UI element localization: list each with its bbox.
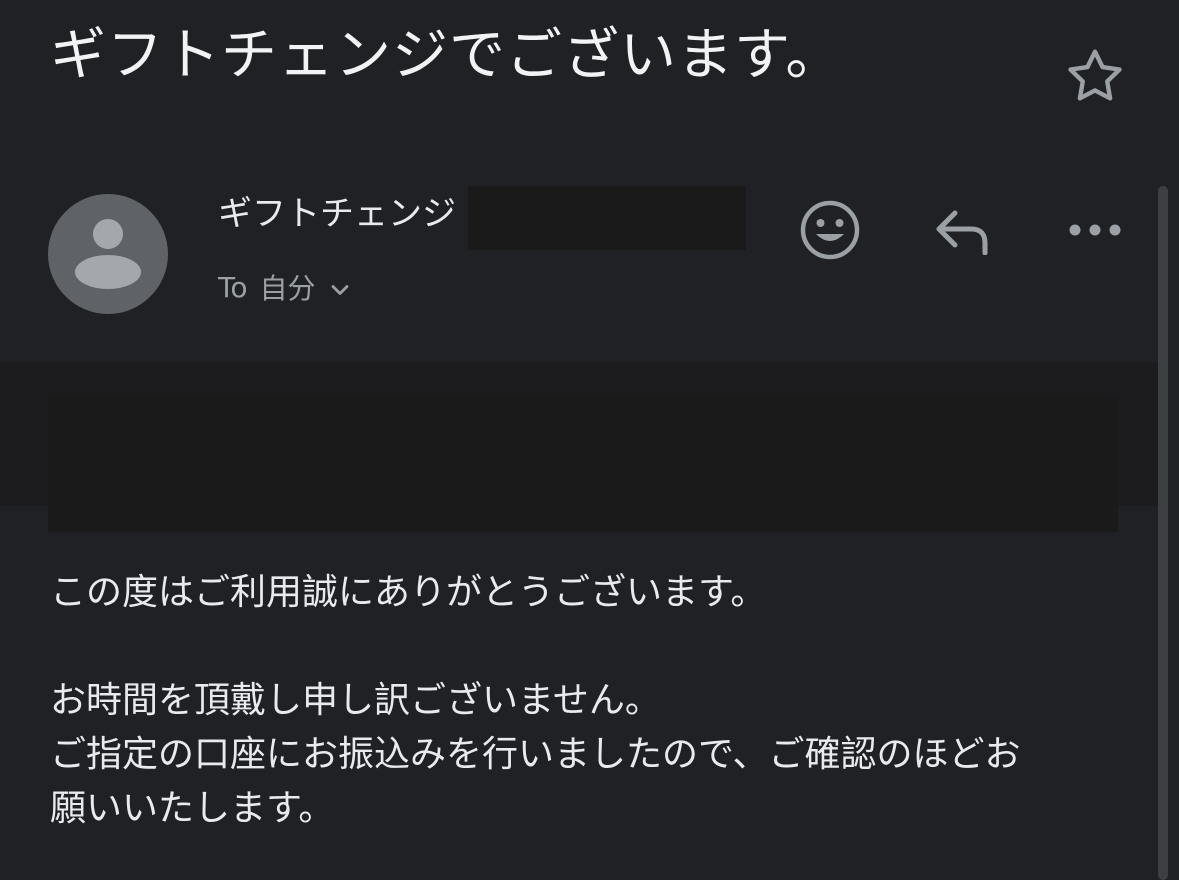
- person-icon: [75, 219, 141, 289]
- sender-name[interactable]: ギフトチェンジ: [218, 192, 456, 236]
- recipient-name: 自分: [259, 272, 316, 305]
- sender-avatar[interactable]: [48, 194, 168, 314]
- body-paragraph-gap: [50, 620, 1140, 674]
- recipient-toggle[interactable]: To 自分: [218, 268, 354, 306]
- more-options-button[interactable]: [1060, 196, 1130, 264]
- reply-arrow-icon: [936, 210, 988, 255]
- chevron-down-icon: [331, 285, 348, 295]
- email-subject: ギフトチェンジでございます。: [50, 23, 843, 88]
- body-line-thanks: この度はご利用誠にありがとうございます。: [50, 572, 767, 613]
- more-horizontal-icon: [1069, 224, 1121, 236]
- smiley-face-icon: [800, 200, 860, 260]
- email-body: この度はご利用誠にありがとうございます。 お時間を頂戴し申し訳ございません。 ご…: [50, 566, 1140, 836]
- reply-button[interactable]: [926, 196, 1000, 264]
- star-outline-icon: [1068, 49, 1122, 101]
- scrollbar[interactable]: [1158, 186, 1168, 880]
- emoji-reaction-button[interactable]: [796, 196, 864, 264]
- redacted-sender-email: [468, 186, 746, 250]
- recipient-prefix: To: [218, 270, 248, 304]
- redacted-banner-image: [48, 396, 1118, 532]
- star-button[interactable]: [1062, 44, 1128, 110]
- body-line-apology: お時間を頂戴し申し訳ございません。: [50, 680, 661, 721]
- body-line-request: 願いいたします。: [50, 788, 335, 829]
- body-line-transfer: ご指定の口座にお振込みを行いましたので、ご確認のほどお: [50, 734, 1021, 775]
